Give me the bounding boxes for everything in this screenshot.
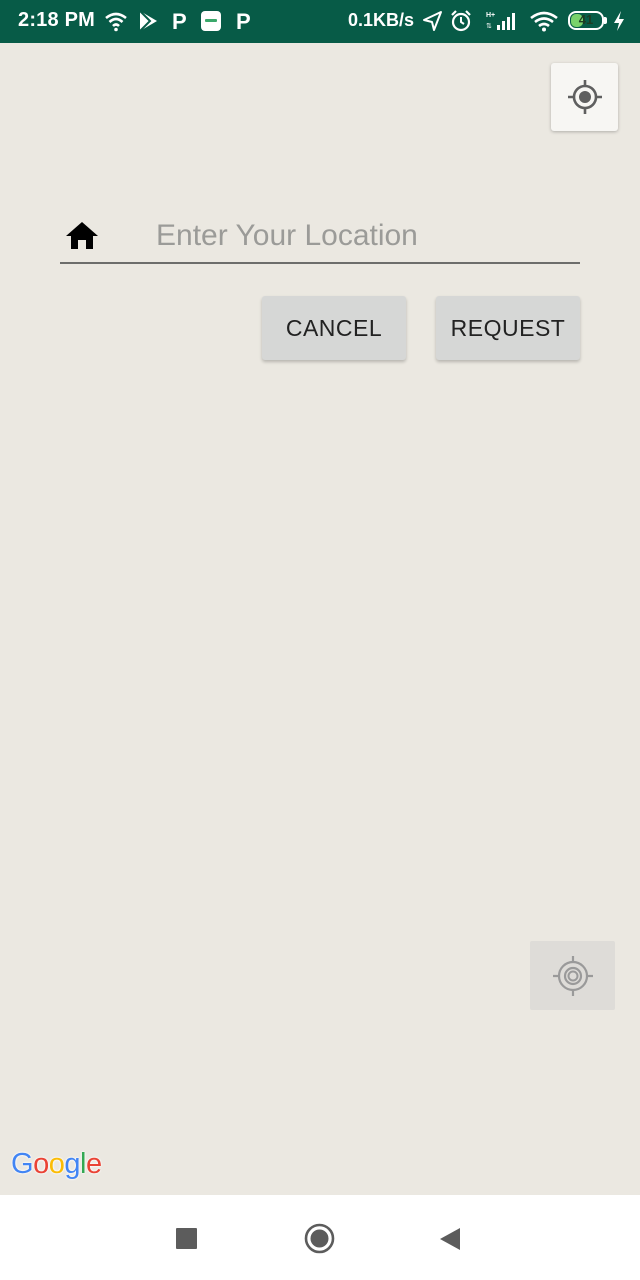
google-letter: o [33,1148,49,1180]
cancel-button[interactable]: CANCEL [262,296,406,360]
svg-text:P: P [172,9,187,34]
navigation-bar [0,1195,640,1280]
app-notification-icon [201,11,221,31]
google-letter: G [11,1148,34,1180]
wifi-icon [530,11,558,32]
status-time: 2:18 PM [18,9,95,31]
network-speed: 0.1KB/s [348,10,415,30]
battery-nub [604,17,607,24]
wifi-icon [105,12,127,32]
location-field [60,210,580,264]
location-arrow-icon [423,11,442,31]
battery-level: 41 [578,12,594,27]
svg-text:P: P [236,9,251,34]
charging-icon [614,11,624,31]
gps-button[interactable] [530,941,615,1010]
paytm-icon: P [236,9,251,34]
home-nav-button[interactable] [304,1223,335,1254]
google-letter: e [85,1148,102,1180]
svg-text:H+: H+ [486,12,495,19]
google-logo: Google [11,1148,102,1181]
signal-icon: H+ ⇅ [486,12,515,30]
battery-icon: 41 [568,11,604,30]
alarm-icon [451,10,471,32]
back-nav-button[interactable] [438,1226,462,1252]
my-location-icon [567,80,602,114]
request-button[interactable]: REQUEST [436,296,580,360]
my-location-button[interactable] [551,63,618,131]
paytm-icon: P [172,9,187,34]
location-input[interactable] [156,214,576,258]
gps-crosshair-icon [552,955,593,996]
recent-apps-button[interactable] [176,1228,197,1249]
play-store-icon [139,10,157,32]
google-letter: o [48,1148,65,1180]
google-letter: g [64,1148,80,1180]
home-icon [66,222,98,249]
status-bar: 2:18 PM P P 0.1KB/s H+ ⇅ 41 [0,0,640,43]
svg-text:⇅: ⇅ [486,23,492,30]
